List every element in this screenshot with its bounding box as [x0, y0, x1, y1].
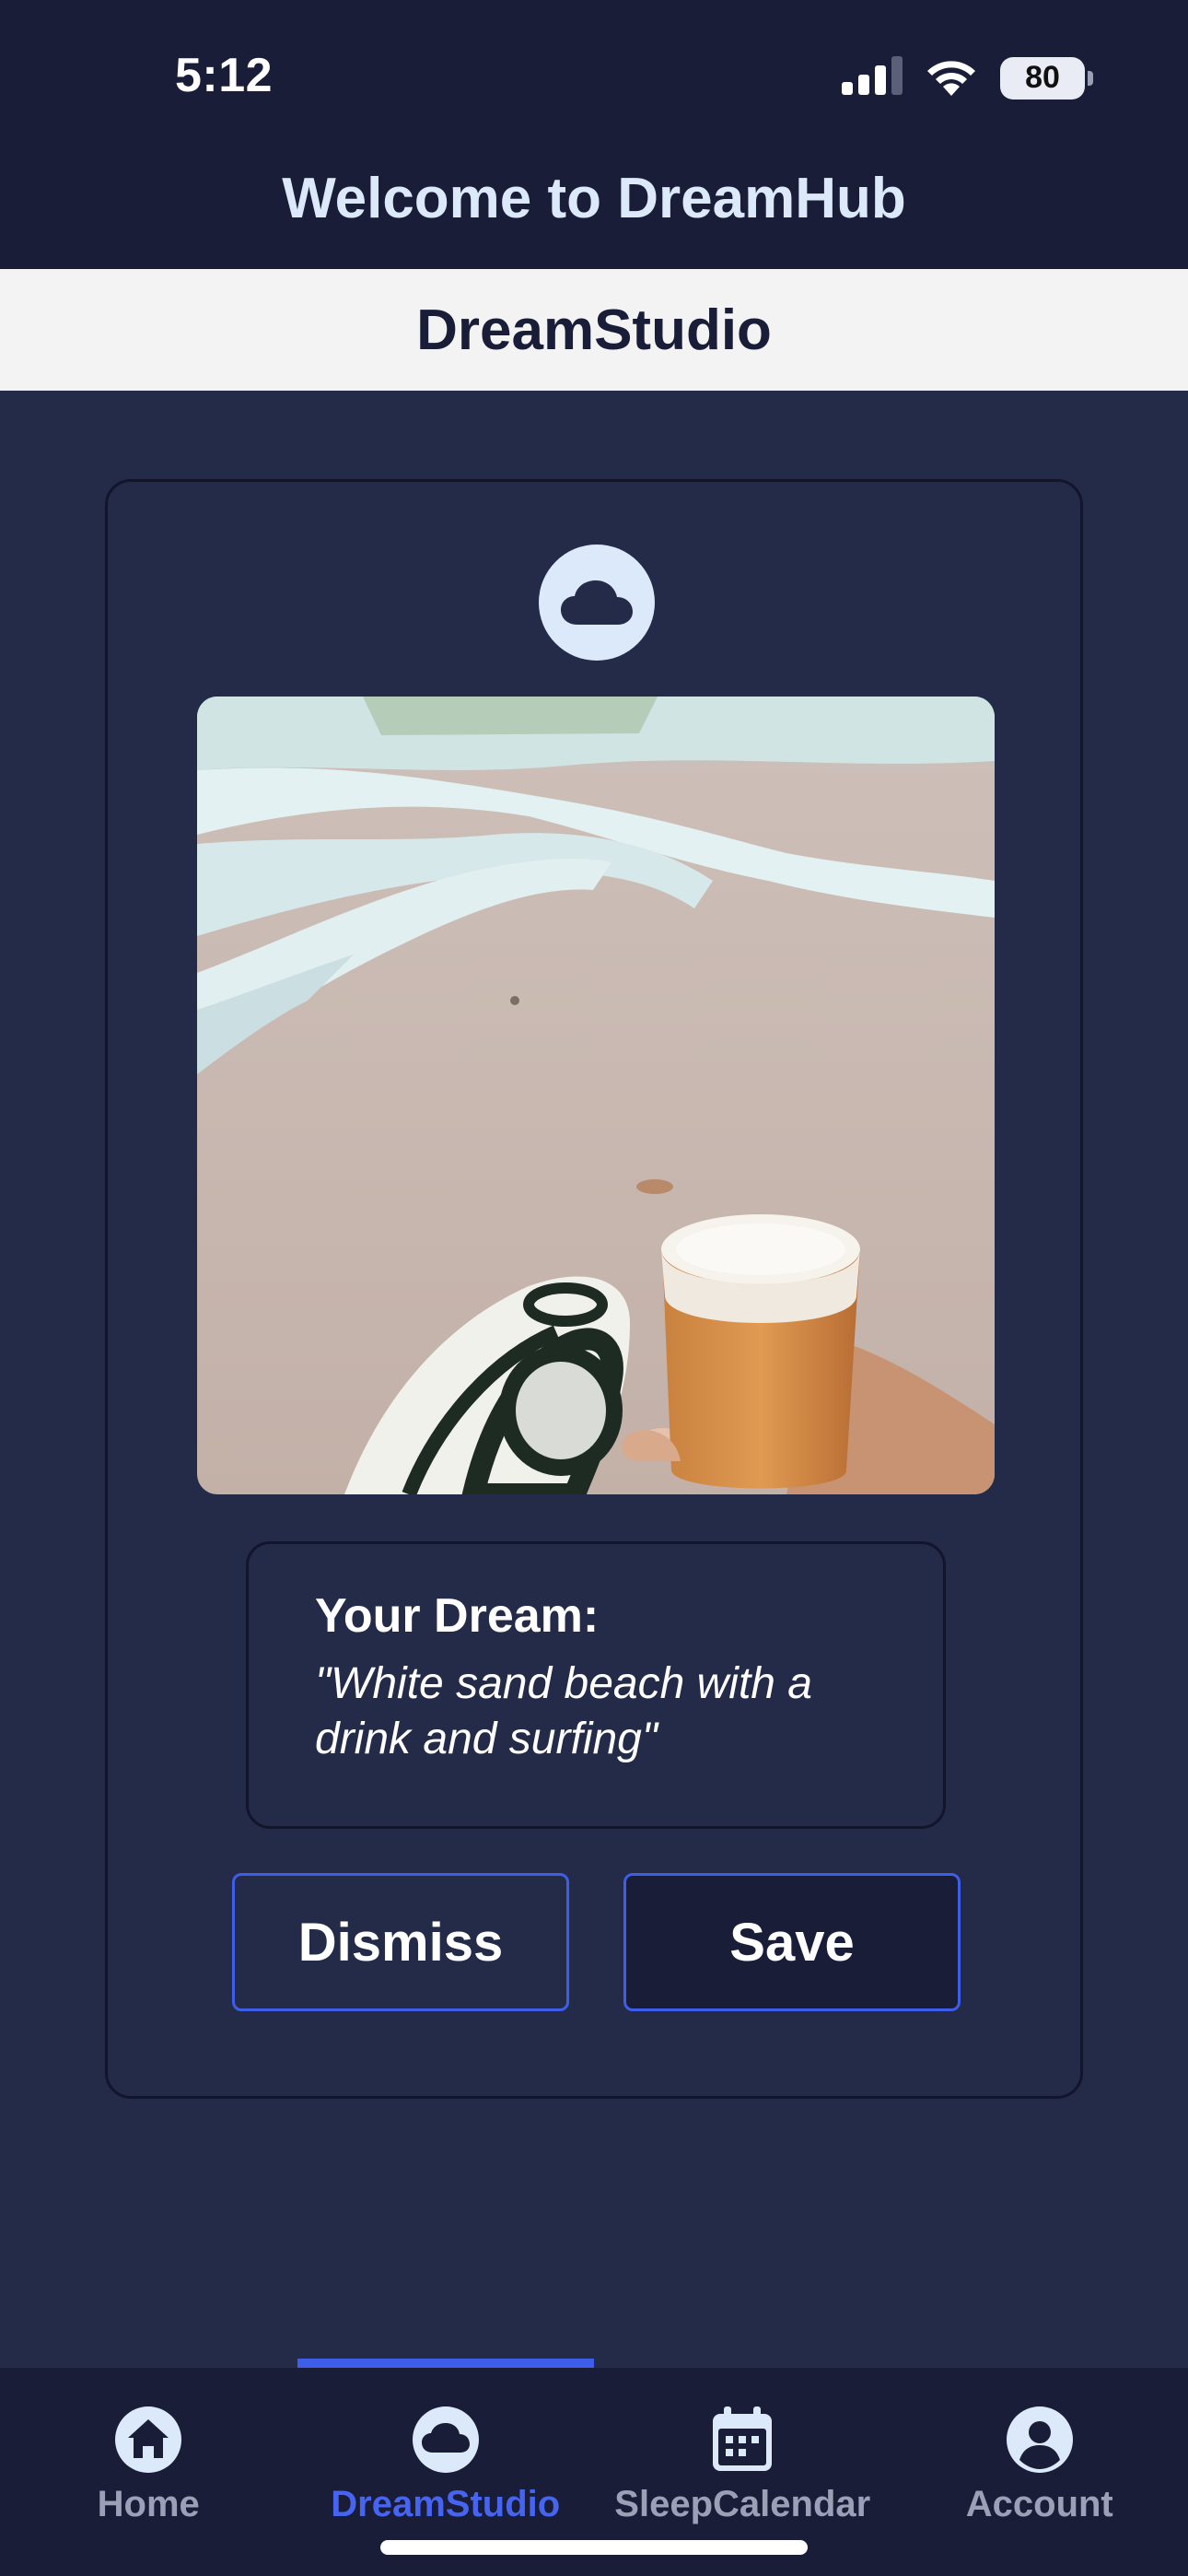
tab-sleepcalendar-label: SleepCalendar [614, 2484, 871, 2524]
cloud-icon [539, 544, 655, 661]
cloud-icon [411, 2405, 481, 2475]
dismiss-button[interactable]: Dismiss [232, 1873, 569, 2011]
status-time: 5:12 [175, 49, 274, 102]
wifi-icon [923, 55, 980, 100]
save-button[interactable]: Save [623, 1873, 961, 2011]
home-indicator[interactable] [380, 2540, 808, 2555]
dream-image [197, 697, 995, 1494]
battery-icon: 80 [1000, 56, 1093, 100]
section-header: DreamStudio [0, 269, 1188, 391]
dream-description-box: Your Dream: "White sand beach with a dri… [246, 1541, 946, 1829]
app-header: 5:12 80 Welcome to DreamHub [0, 0, 1188, 269]
signal-icon [842, 56, 903, 100]
dream-card: Your Dream: "White sand beach with a dri… [105, 479, 1083, 2099]
account-icon [1005, 2405, 1075, 2475]
home-icon [113, 2405, 183, 2475]
status-icons: 80 [842, 55, 1093, 100]
dream-text: "White sand beach with a drink and surfi… [315, 1659, 812, 1763]
tab-account[interactable]: Account [891, 2368, 1188, 2576]
tab-home[interactable]: Home [0, 2368, 297, 2576]
calendar-icon [707, 2405, 777, 2475]
page-title: Welcome to DreamHub [282, 167, 906, 230]
battery-level: 80 [1025, 60, 1060, 95]
dream-label: Your Dream: [315, 1589, 600, 1643]
dreamstudio-screen: 5:12 80 Welcome to DreamHub DreamStudio … [0, 0, 1188, 2576]
tab-dreamstudio-label: DreamStudio [331, 2484, 561, 2524]
tab-home-label: Home [97, 2484, 200, 2524]
section-title: DreamStudio [416, 298, 772, 362]
tab-account-label: Account [965, 2484, 1113, 2524]
